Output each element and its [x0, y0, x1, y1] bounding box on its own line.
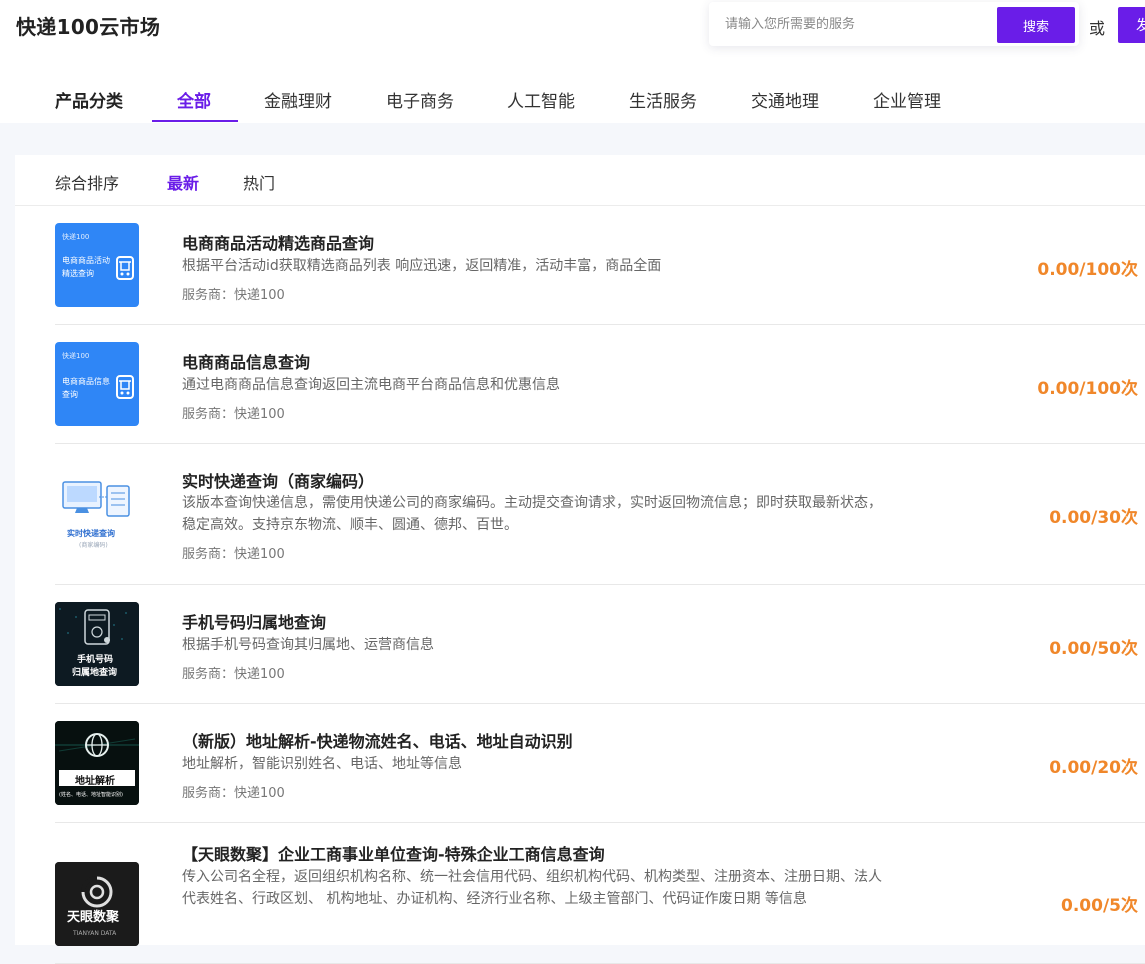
search-box: 搜索: [709, 2, 1079, 46]
product-title[interactable]: 实时快递查询（商家编码）: [182, 468, 374, 492]
site-title[interactable]: 快递100云市场: [16, 11, 160, 40]
product-price: 0.00/5次: [1061, 896, 1138, 916]
product-row[interactable]: 快递100 电商商品活动 精选查询 电商商品活动精选商品查询 根据平台活动id获…: [55, 206, 1145, 325]
thumb-caption: 手机号码: [77, 655, 114, 665]
product-price: 0.00/100次: [1037, 260, 1138, 280]
product-description: 通过电商商品信息查询返回主流电商平台商品信息和优惠信息: [182, 377, 560, 393]
active-tab-underline: [152, 120, 238, 122]
sort-bar: 综合排序 最新 热门: [15, 155, 1145, 206]
tab-all[interactable]: 全部: [177, 87, 211, 112]
thumb-caption: 天眼数聚: [67, 910, 120, 925]
product-price: 0.00/50次: [1049, 639, 1138, 659]
thumb-caption: (姓名、电话、地址智能识别): [59, 792, 123, 798]
product-description: 地址解析，智能识别姓名、电话、地址等信息: [182, 756, 462, 772]
tab-transport-geo[interactable]: 交通地理: [751, 87, 819, 112]
product-description: 根据手机号码查询其归属地、运营商信息: [182, 637, 434, 653]
product-row[interactable]: 手机号码 归属地查询 手机号码归属地查询 根据手机号码查询其归属地、运营商信息 …: [55, 585, 1145, 704]
tab-enterprise[interactable]: 企业管理: [873, 87, 941, 112]
product-thumbnail[interactable]: 实时快递查询 (商家编码): [55, 472, 139, 556]
thumb-brand: 快递100: [62, 352, 90, 360]
thumb-brand: 快递100: [62, 233, 90, 241]
thumb-caption: 电商商品活动: [62, 256, 110, 265]
product-title[interactable]: 电商商品活动精选商品查询: [182, 230, 374, 254]
thumb-caption: 精选查询: [62, 269, 94, 278]
product-thumbnail[interactable]: 地址解析 (姓名、电话、地址智能识别): [55, 721, 139, 805]
product-vendor: 服务商：快递100: [182, 547, 285, 562]
thumb-caption: 实时快递查询: [67, 529, 115, 538]
product-list-panel: 综合排序 最新 热门 快递100 电商商品活动 精选查询 电商商品活动精选商品查…: [15, 155, 1145, 964]
product-thumbnail[interactable]: 快递100 电商商品活动 精选查询: [55, 223, 139, 307]
publish-request-button[interactable]: 发布需求: [1118, 7, 1145, 43]
product-row[interactable]: 实时快递查询 (商家编码) 实时快递查询（商家编码） 该版本查询快递信息，需使用…: [55, 444, 1145, 585]
category-nav: 产品分类 全部 金融理财 电子商务 人工智能 生活服务 交通地理 企业管理: [0, 76, 1145, 123]
product-price: 0.00/100次: [1037, 379, 1138, 399]
product-description: 该版本查询快递信息，需使用快递公司的商家编码。主动提交查询请求，实时返回物流信息…: [182, 495, 882, 533]
tab-finance[interactable]: 金融理财: [264, 87, 332, 112]
product-vendor: 服务商：快递100: [182, 407, 285, 422]
thumb-caption: 地址解析: [75, 776, 115, 787]
product-vendor: 服务商：快递100: [182, 786, 285, 801]
product-price: 0.00/30次: [1049, 508, 1138, 528]
product-thumbnail[interactable]: 快递100 电商商品信息 查询: [55, 342, 139, 426]
product-description: 根据平台活动id获取精选商品列表 响应迅速，返回精准，活动丰富，商品全面: [182, 258, 662, 274]
sort-popular[interactable]: 热门: [243, 170, 275, 194]
product-description: 传入公司名全程，返回组织机构名称、统一社会信用代码、组织机构代码、机构类型、注册…: [182, 869, 882, 907]
product-row[interactable]: 天眼数聚 TIANYAN DATA 【天眼数聚】企业工商事业单位查询-特殊企业工…: [55, 823, 1145, 964]
category-label: 产品分类: [55, 92, 123, 112]
product-price: 0.00/20次: [1049, 758, 1138, 778]
search-input[interactable]: [709, 2, 997, 46]
tab-life-services[interactable]: 生活服务: [629, 87, 697, 112]
search-button[interactable]: 搜索: [997, 7, 1075, 43]
product-title[interactable]: 【天眼数聚】企业工商事业单位查询-特殊企业工商信息查询: [182, 841, 605, 865]
product-row[interactable]: 快递100 电商商品信息 查询 电商商品信息查询 通过电商商品信息查询返回主流电…: [55, 325, 1145, 444]
sort-newest[interactable]: 最新: [167, 170, 199, 194]
thumb-caption: (商家编码): [79, 542, 108, 549]
thumb-caption: 归属地查询: [72, 668, 118, 678]
product-row[interactable]: 地址解析 (姓名、电话、地址智能识别) （新版）地址解析-快递物流姓名、电话、地…: [55, 704, 1145, 823]
product-title[interactable]: （新版）地址解析-快递物流姓名、电话、地址自动识别: [182, 728, 573, 752]
tab-ai[interactable]: 人工智能: [507, 87, 575, 112]
product-thumbnail[interactable]: 天眼数聚 TIANYAN DATA: [55, 862, 139, 946]
tab-ecommerce[interactable]: 电子商务: [386, 87, 454, 112]
product-title[interactable]: 电商商品信息查询: [182, 349, 310, 373]
sort-comprehensive[interactable]: 综合排序: [55, 170, 119, 194]
product-thumbnail[interactable]: 手机号码 归属地查询: [55, 602, 139, 686]
thumb-caption: TIANYAN DATA: [73, 930, 117, 937]
product-vendor: 服务商：快递100: [182, 288, 285, 303]
thumb-caption: 电商商品信息: [62, 377, 110, 386]
or-text: 或: [1089, 19, 1106, 38]
thumb-caption: 查询: [62, 390, 78, 399]
product-vendor: 服务商：快递100: [182, 667, 285, 682]
header: 快递100云市场 搜索 或 发布需求 产品分类 全部 金融理财 电子商务 人工智…: [0, 0, 1145, 123]
product-title[interactable]: 手机号码归属地查询: [182, 609, 326, 633]
